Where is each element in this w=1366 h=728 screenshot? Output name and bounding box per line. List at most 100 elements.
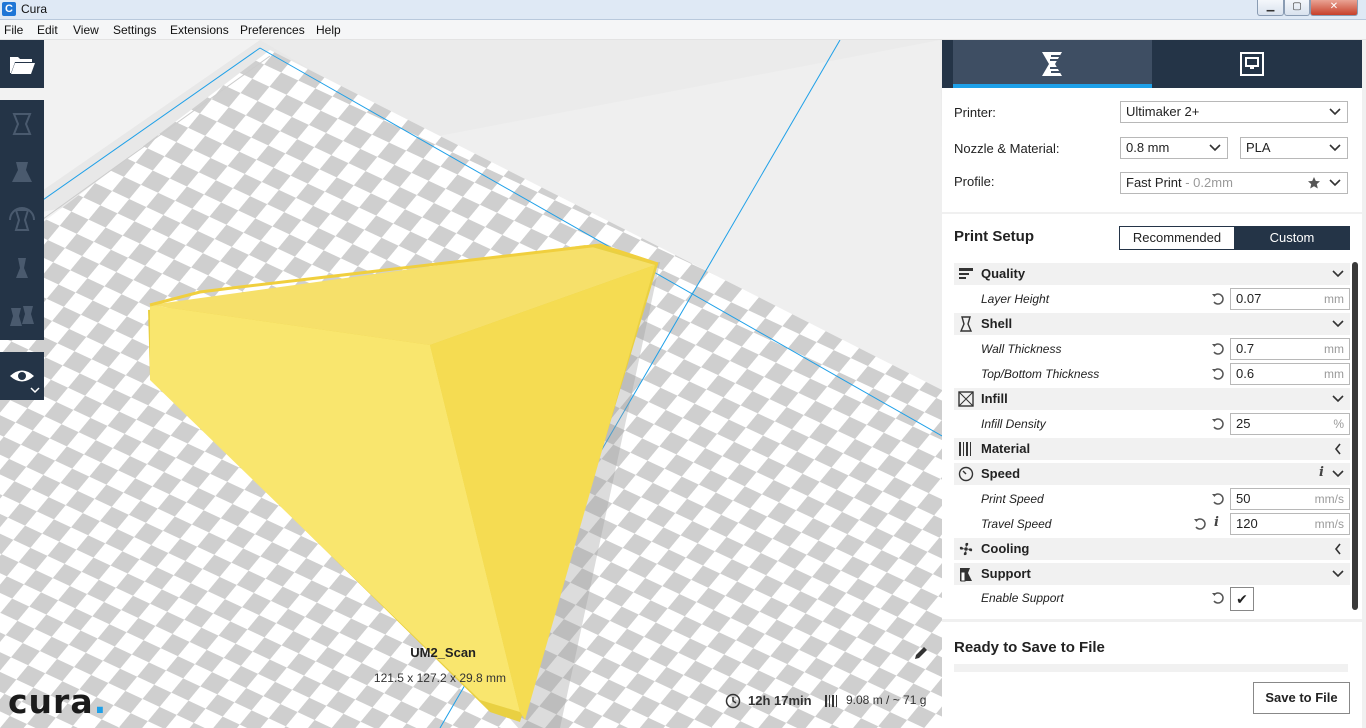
quality-icon: [959, 268, 973, 279]
print-time: 12h 17min: [748, 693, 812, 708]
category-label: Shell: [981, 316, 1013, 331]
reset-icon[interactable]: [1211, 492, 1225, 506]
print-setup-panel: Print Setup Recommended Custom Quality L…: [942, 214, 1362, 619]
pencil-icon[interactable]: [913, 645, 929, 661]
print-setup-title: Print Setup: [954, 228, 1035, 245]
open-file-icon[interactable]: [8, 50, 36, 78]
category-support[interactable]: Support: [954, 563, 1350, 585]
travel-speed-input[interactable]: 120 mm/s: [1230, 513, 1350, 535]
material-value: PLA: [1246, 140, 1271, 155]
category-cooling[interactable]: Cooling: [954, 538, 1350, 560]
tools-toolbar: [0, 100, 44, 340]
material-icon: [959, 442, 971, 456]
setting-label: Print Speed: [981, 492, 1044, 506]
profile-dropdown[interactable]: Fast Print - 0.2mm: [1120, 172, 1348, 194]
close-button[interactable]: ✕: [1310, 0, 1358, 16]
setting-unit: mm: [1324, 367, 1344, 381]
reset-icon[interactable]: [1211, 292, 1225, 306]
printer-dropdown[interactable]: Ultimaker 2+: [1120, 101, 1348, 123]
setting-wall-thickness: Wall Thickness 0.7 mm: [954, 338, 1350, 362]
translate-tool-icon[interactable]: [8, 110, 36, 138]
chevron-down-icon: [1332, 395, 1344, 403]
setting-unit: mm/s: [1314, 517, 1344, 531]
setting-value: 0.07: [1236, 291, 1262, 306]
category-label: Speed: [981, 466, 1021, 481]
info-icon[interactable]: i: [1214, 515, 1219, 530]
setting-travel-speed: Travel Speed i 120 mm/s: [954, 513, 1350, 537]
reset-icon[interactable]: [1211, 367, 1225, 381]
reset-icon[interactable]: [1211, 417, 1225, 431]
chevron-down-icon: [1332, 320, 1344, 328]
filament-spool-icon: [825, 695, 837, 707]
menu-help[interactable]: Help: [316, 23, 341, 37]
scale-tool-icon[interactable]: [8, 158, 36, 186]
per-model-settings-icon[interactable]: [8, 302, 36, 330]
cura-app-icon: C: [2, 2, 16, 16]
chevron-down-icon: [1329, 108, 1341, 116]
setting-value: 25: [1236, 416, 1251, 431]
material-dropdown[interactable]: PLA: [1240, 137, 1348, 159]
reset-icon[interactable]: [1211, 591, 1225, 605]
setting-value: 120: [1236, 516, 1258, 531]
category-shell[interactable]: Shell: [954, 313, 1350, 335]
layer-height-input[interactable]: 0.07 mm: [1230, 288, 1350, 310]
profile-value: Fast Print: [1126, 175, 1182, 190]
setting-layer-height: Layer Height 0.07 mm: [954, 288, 1350, 312]
star-icon[interactable]: [1307, 176, 1321, 190]
nozzle-dropdown[interactable]: 0.8 mm: [1120, 137, 1228, 159]
support-icon: [960, 568, 972, 582]
prepare-print-icon: [1042, 52, 1062, 76]
open-file-panel: [0, 40, 44, 88]
enable-support-checkbox[interactable]: ✔: [1230, 587, 1254, 611]
menu-edit[interactable]: Edit: [37, 23, 58, 37]
window-title: Cura: [21, 2, 48, 16]
nozzle-value: 0.8 mm: [1126, 140, 1170, 155]
menu-view[interactable]: View: [73, 23, 99, 37]
print-speed-input[interactable]: 50 mm/s: [1230, 488, 1350, 510]
monitor-printer-icon: [1240, 52, 1264, 76]
3d-viewport[interactable]: cura. UM2_Scan 121.5 x 127.2 x 29.8 mm 1…: [0, 40, 942, 728]
reset-icon[interactable]: [1193, 517, 1207, 531]
setting-value: 0.7: [1236, 341, 1255, 356]
chevron-left-icon: [1334, 443, 1341, 455]
sidebar-tabs: [942, 40, 1362, 88]
settings-scrollbar[interactable]: [1352, 262, 1358, 614]
recommended-mode-button[interactable]: Recommended: [1119, 226, 1235, 250]
menu-preferences[interactable]: Preferences: [240, 23, 305, 37]
category-label: Quality: [981, 266, 1026, 281]
mirror-tool-icon[interactable]: [8, 254, 36, 282]
setting-unit: mm: [1324, 292, 1344, 306]
custom-mode-button[interactable]: Custom: [1234, 226, 1350, 250]
save-to-file-button[interactable]: Save to File: [1253, 682, 1350, 714]
info-icon[interactable]: i: [1319, 465, 1324, 480]
reset-icon[interactable]: [1211, 342, 1225, 356]
category-label: Infill: [981, 391, 1008, 406]
wall-thickness-input[interactable]: 0.7 mm: [1230, 338, 1350, 360]
view-mode-panel[interactable]: [0, 352, 44, 400]
category-label: Cooling: [981, 541, 1030, 556]
chevron-down-icon: [1332, 270, 1344, 278]
category-quality[interactable]: Quality: [954, 263, 1350, 285]
menu-file[interactable]: File: [4, 23, 23, 37]
profile-layer-height: - 0.2mm: [1181, 175, 1233, 190]
menu-settings[interactable]: Settings: [113, 23, 156, 37]
menu-extensions[interactable]: Extensions: [170, 23, 229, 37]
category-material[interactable]: Material: [954, 438, 1350, 460]
chevron-down-icon: [1329, 179, 1341, 187]
prepare-tab[interactable]: [953, 40, 1152, 88]
category-infill[interactable]: Infill: [954, 388, 1350, 410]
shell-icon: [959, 316, 973, 332]
top-bottom-thickness-input[interactable]: 0.6 mm: [1230, 363, 1350, 385]
infill-density-input[interactable]: 25%: [1230, 413, 1350, 435]
category-speed[interactable]: Speed i: [954, 463, 1350, 485]
setting-unit: mm: [1324, 342, 1344, 356]
monitor-tab[interactable]: [1152, 40, 1352, 88]
maximize-button[interactable]: ▢: [1284, 0, 1310, 16]
setting-value: 50: [1236, 491, 1251, 506]
chevron-down-icon: [1332, 570, 1344, 578]
chevron-down-icon: [1209, 144, 1221, 152]
minimize-button[interactable]: ▁: [1257, 0, 1284, 16]
setting-print-speed: Print Speed 50 mm/s: [954, 488, 1350, 512]
rotate-tool-icon[interactable]: [8, 206, 36, 234]
scrollbar-thumb[interactable]: [1352, 262, 1358, 610]
